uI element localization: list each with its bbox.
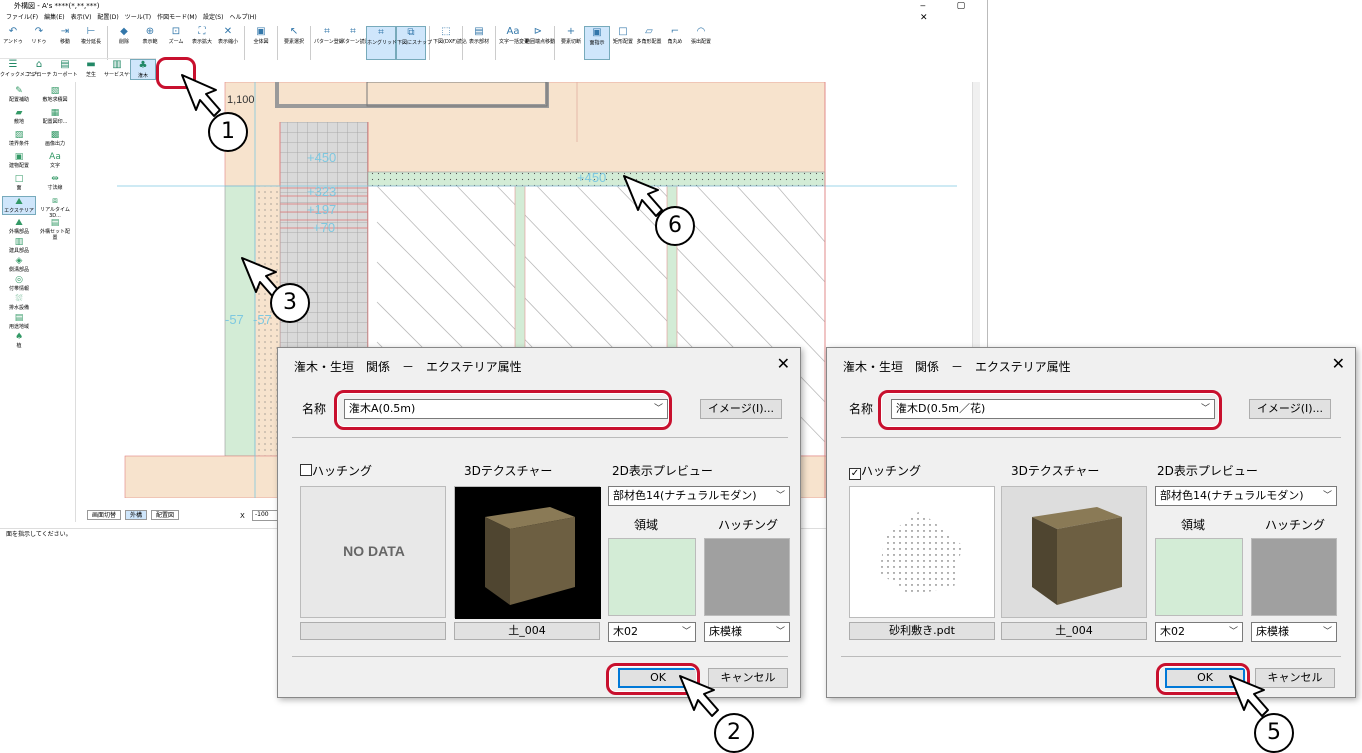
cursor-arrow-icon <box>679 675 719 717</box>
cursor-arrow-icon <box>623 175 663 217</box>
cursor-arrows <box>181 74 1269 717</box>
callout-2: 2 <box>714 713 754 753</box>
cursor-arrow-icon <box>181 74 221 117</box>
callout-5: 5 <box>1254 713 1294 753</box>
callout-3: 3 <box>270 283 310 323</box>
cursor-arrow-icon <box>1229 675 1269 717</box>
callout-1: 1 <box>208 112 248 152</box>
callout-6: 6 <box>655 206 695 246</box>
